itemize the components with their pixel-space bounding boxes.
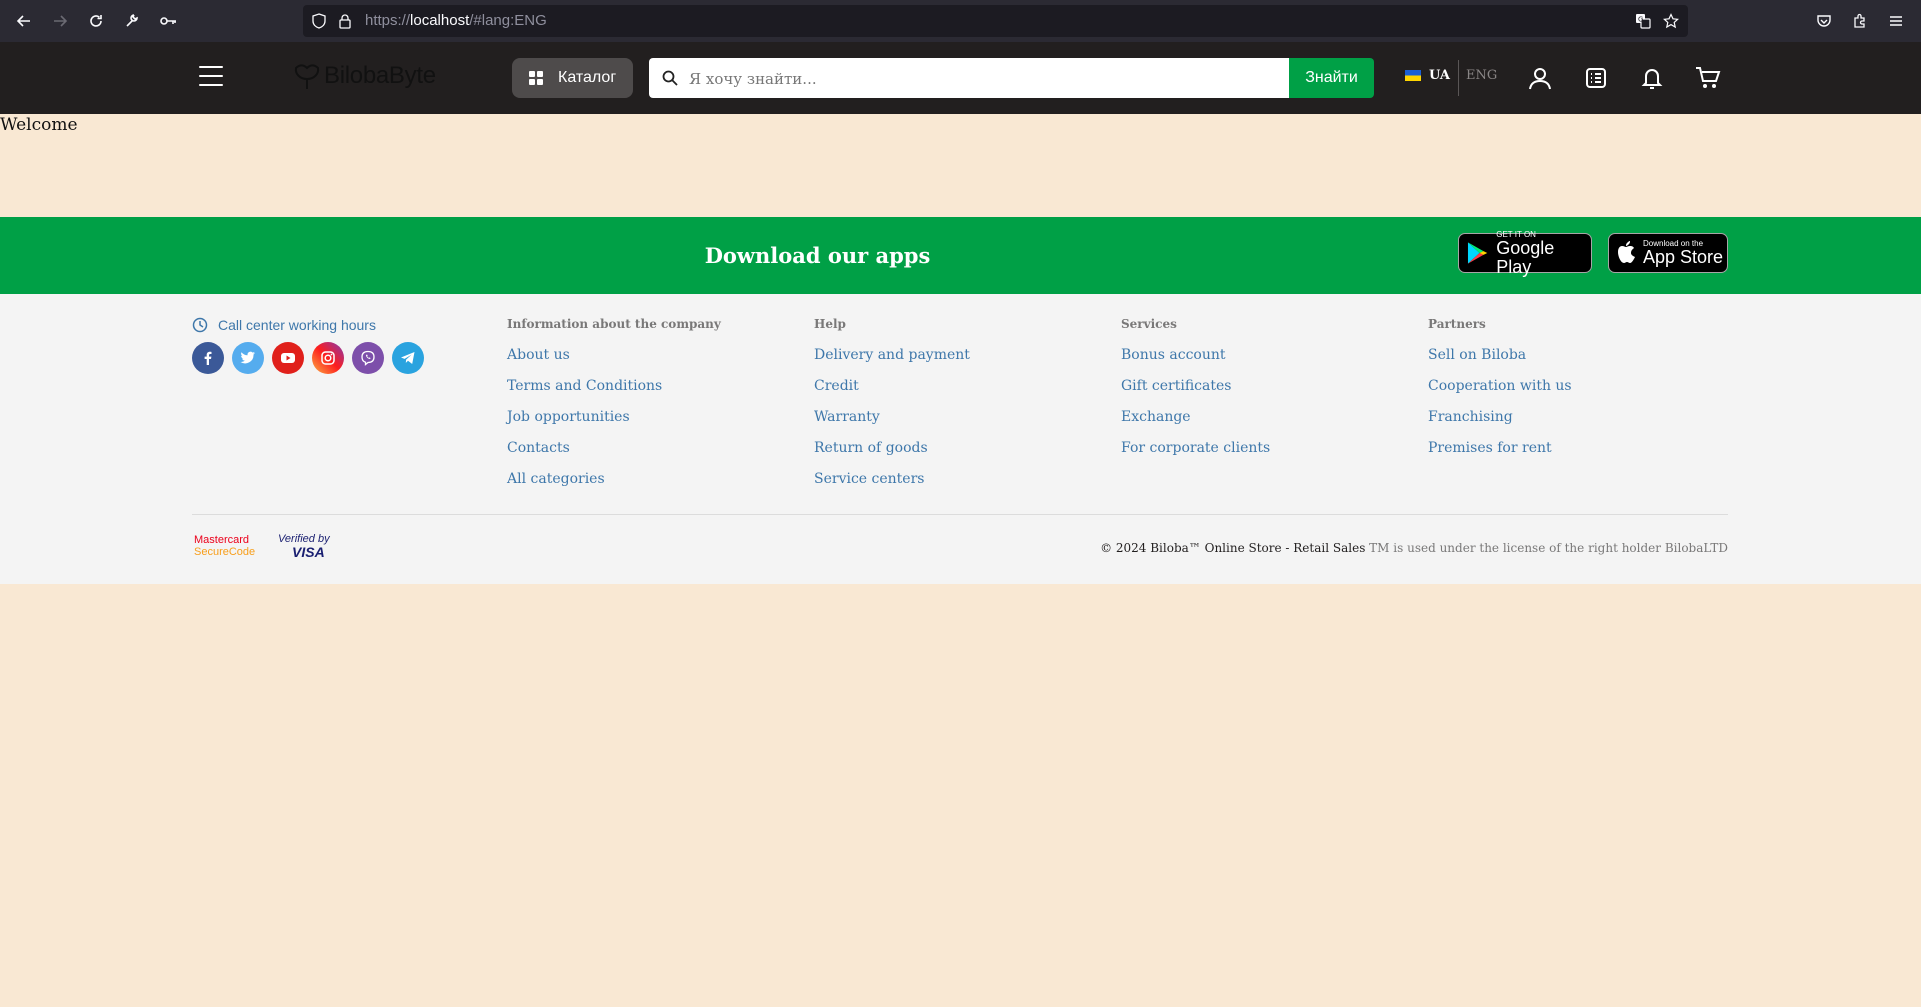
footer-link-corporate[interactable]: For corporate clients	[1121, 440, 1270, 456]
download-apps-banner: Download our apps GET IT ON Google Play …	[0, 217, 1921, 294]
footer-link-jobs[interactable]: Job opportunities	[507, 409, 630, 425]
copyright-main: © 2024 Biloba™ Online Store - Retail Sal…	[1100, 541, 1366, 555]
reload-icon[interactable]	[84, 9, 108, 33]
wrench-icon[interactable]	[120, 9, 144, 33]
mastercard-securecode-logo: Mastercard SecureCode	[194, 534, 255, 558]
google-play-badge[interactable]: GET IT ON Google Play	[1458, 230, 1592, 276]
site-footer: Call center working hours Information ab…	[0, 294, 1921, 584]
telegram-icon[interactable]	[392, 342, 424, 374]
extensions-icon[interactable]	[1848, 9, 1872, 33]
securecode-text: SecureCode	[194, 546, 256, 558]
address-bar[interactable]: https://localhost/#lang:ENG G	[303, 5, 1688, 37]
footer-link-delivery[interactable]: Delivery and payment	[814, 347, 970, 363]
footer-column-title-company: Information about the company	[507, 317, 721, 331]
catalog-button[interactable]: Каталог	[512, 58, 633, 98]
call-center-link[interactable]: Call center working hours	[192, 317, 376, 333]
apple-icon	[1618, 241, 1635, 263]
social-links	[192, 342, 424, 374]
footer-link-warranty[interactable]: Warranty	[814, 409, 880, 425]
footer-column-title-help: Help	[814, 317, 846, 331]
hamburger-menu-icon[interactable]	[199, 66, 223, 86]
url-text[interactable]: https://localhost/#lang:ENG	[365, 5, 547, 37]
lang-divider	[1458, 60, 1459, 96]
site-logo[interactable]: BilobaByte	[292, 56, 436, 96]
search-button[interactable]: Знайти	[1289, 58, 1374, 98]
back-icon[interactable]	[12, 9, 36, 33]
clock-icon	[192, 317, 208, 333]
lang-ua-option[interactable]: UA	[1405, 68, 1450, 83]
search-box	[649, 58, 1289, 100]
ginkgo-leaf-icon	[294, 64, 320, 89]
download-apps-title: Download our apps	[704, 243, 931, 268]
search-icon	[662, 70, 678, 86]
orders-list-icon[interactable]	[1582, 64, 1610, 92]
viber-icon[interactable]	[352, 342, 384, 374]
footer-link-service-centers[interactable]: Service centers	[814, 471, 924, 487]
facebook-icon[interactable]	[192, 342, 224, 374]
svg-text:G: G	[1638, 16, 1643, 24]
shield-icon[interactable]	[311, 13, 327, 29]
footer-link-premises[interactable]: Premises for rent	[1428, 440, 1552, 456]
search-input[interactable]	[687, 58, 1281, 100]
copyright-tail: TM is used under the license of the righ…	[1365, 541, 1728, 555]
ukraine-flag-icon	[1405, 70, 1421, 81]
footer-link-returns[interactable]: Return of goods	[814, 440, 928, 456]
footer-link-gift-certificates[interactable]: Gift certificates	[1121, 378, 1231, 394]
copyright-text: © 2024 Biloba™ Online Store - Retail Sal…	[1100, 541, 1728, 555]
catalog-label: Каталог	[558, 69, 617, 86]
bookmark-star-icon[interactable]	[1663, 13, 1679, 29]
app-store-badge[interactable]: Download on the App Store	[1608, 233, 1728, 273]
footer-link-contacts[interactable]: Contacts	[507, 440, 570, 456]
browser-toolbar: https://localhost/#lang:ENG G	[0, 0, 1921, 42]
visa-text: VISA	[292, 544, 325, 560]
footer-link-exchange[interactable]: Exchange	[1121, 409, 1191, 425]
site-header: BilobaByte Каталог Знайти UA ENG	[0, 42, 1921, 114]
lock-icon[interactable]	[337, 13, 353, 29]
lang-eng-option[interactable]: ENG	[1466, 68, 1497, 83]
welcome-text: Welcome	[0, 115, 78, 135]
footer-column-title-partners: Partners	[1428, 317, 1486, 331]
app-menu-icon[interactable]	[1884, 9, 1908, 33]
forward-icon[interactable]	[48, 9, 72, 33]
footer-link-bonus-account[interactable]: Bonus account	[1121, 347, 1226, 363]
youtube-icon[interactable]	[272, 342, 304, 374]
footer-divider	[192, 514, 1728, 515]
footer-column-title-services: Services	[1121, 317, 1177, 331]
app-store-big-text: App Store	[1643, 247, 1724, 267]
key-icon[interactable]	[156, 9, 180, 33]
twitter-icon[interactable]	[232, 342, 264, 374]
mastercard-text: Mastercard	[194, 534, 250, 546]
footer-link-terms[interactable]: Terms and Conditions	[507, 378, 662, 394]
footer-link-cooperation[interactable]: Cooperation with us	[1428, 378, 1572, 394]
footer-link-all-categories[interactable]: All categories	[507, 471, 605, 487]
lang-ua-label: UA	[1429, 68, 1451, 83]
footer-link-sell[interactable]: Sell on Biloba	[1428, 347, 1526, 363]
pocket-icon[interactable]	[1812, 9, 1836, 33]
verified-by-visa-logo: Verified by VISA	[278, 533, 330, 559]
instagram-icon[interactable]	[312, 342, 344, 374]
grid-icon	[529, 71, 543, 85]
google-play-big-text: Google Play	[1496, 237, 1555, 277]
google-play-icon	[1467, 242, 1488, 264]
bell-icon[interactable]	[1638, 64, 1666, 92]
call-center-label: Call center working hours	[218, 317, 376, 333]
user-icon[interactable]	[1526, 64, 1554, 92]
cart-icon[interactable]	[1694, 64, 1722, 92]
footer-link-franchising[interactable]: Franchising	[1428, 409, 1513, 425]
translate-icon[interactable]: G	[1635, 13, 1651, 29]
footer-link-about-us[interactable]: About us	[507, 347, 570, 363]
logo-text: BilobaByte	[324, 62, 436, 89]
footer-link-credit[interactable]: Credit	[814, 378, 859, 394]
